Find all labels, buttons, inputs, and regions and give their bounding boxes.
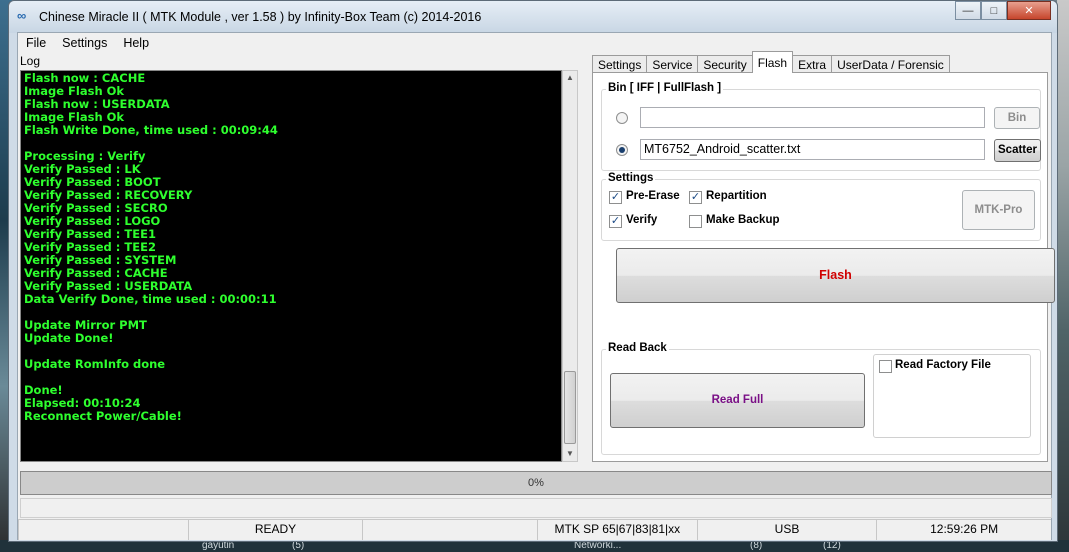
menu-settings[interactable]: Settings <box>54 33 115 53</box>
title-bar[interactable]: ∞ Chinese Miracle II ( MTK Module , ver … <box>9 1 1057 33</box>
log-line: Data Verify Done, time used : 00:00:11 <box>24 292 277 306</box>
bin-group: Bin [ IFF | FullFlash ] Bin MT6752_Andro… <box>601 82 1041 171</box>
tab-security[interactable]: Security <box>697 55 753 73</box>
status-panel-empty-2 <box>362 519 537 540</box>
log-label: Log <box>20 54 41 68</box>
log-line: Update RomInfo done <box>24 357 166 371</box>
make-backup-label: Make Backup <box>706 214 780 226</box>
progress-text: 0% <box>528 477 544 489</box>
tab-service[interactable]: Service <box>646 55 699 73</box>
close-button[interactable]: ✕ <box>1007 1 1051 20</box>
scroll-thumb[interactable] <box>564 371 576 444</box>
read-full-button[interactable]: Read Full <box>610 373 865 428</box>
repartition-checkbox[interactable]: ✓ <box>689 191 702 204</box>
minimize-button[interactable]: — <box>955 1 981 20</box>
make-backup-checkbox[interactable] <box>689 215 702 228</box>
log-output[interactable]: Flash now : CACHE Image Flash Ok Flash now… <box>20 70 562 462</box>
scatter-path-field[interactable]: MT6752_Android_scatter.txt <box>640 139 985 160</box>
read-factory-box: Read Factory File <box>873 354 1031 438</box>
progress-bar: 0% <box>20 471 1052 495</box>
bin-button[interactable]: Bin <box>994 107 1040 129</box>
tab-userdata-forensic[interactable]: UserData / Forensic <box>831 55 950 73</box>
scatter-button[interactable]: Scatter <box>994 139 1041 162</box>
bin-group-title: Bin [ IFF | FullFlash ] <box>606 82 724 94</box>
tab-extra[interactable]: Extra <box>792 55 833 73</box>
log-line: Flash Write Done, time used : 00:09:44 <box>24 123 278 137</box>
bin-path-field[interactable] <box>640 107 985 128</box>
mtk-pro-button[interactable]: MTK-Pro <box>962 190 1035 230</box>
scatter-radio[interactable] <box>616 144 628 156</box>
menu-help[interactable]: Help <box>115 33 157 53</box>
flash-button[interactable]: Flash <box>616 248 1055 303</box>
read-factory-file-checkbox[interactable] <box>879 360 892 373</box>
tab-settings[interactable]: Settings <box>592 55 648 73</box>
bin-radio[interactable] <box>616 112 628 124</box>
settings-group-title: Settings <box>606 172 656 184</box>
menu-bar: File Settings Help <box>18 33 1051 53</box>
status-bar: READY MTK SP 65|67|83|81|xx USB 12:59:26… <box>18 519 1051 540</box>
settings-group: Settings ✓ Pre-Erase ✓ Repartition ✓ Ver… <box>601 172 1041 241</box>
tab-flash[interactable]: Flash <box>751 51 794 73</box>
info-bar <box>20 498 1052 518</box>
infinity-logo-icon: ∞ <box>17 8 27 23</box>
verify-label: Verify <box>626 214 658 226</box>
client-area: File Settings Help Log Flash now : CACHE… <box>17 32 1055 540</box>
status-panel-empty <box>18 519 188 540</box>
status-connection: USB <box>696 519 877 540</box>
read-back-group: Read Back Read Full Read Factory File <box>601 342 1041 455</box>
log-scrollbar[interactable]: ▲ ▼ <box>562 70 578 462</box>
status-state: READY <box>187 519 363 540</box>
pre-erase-label: Pre-Erase <box>626 190 680 202</box>
window-controls: — □ ✕ <box>955 1 1051 20</box>
maximize-button[interactable]: □ <box>981 1 1007 20</box>
read-back-group-title: Read Back <box>606 342 669 354</box>
status-protocol: MTK SP 65|67|83|81|xx <box>536 519 697 540</box>
scroll-down-arrow-icon[interactable]: ▼ <box>563 447 577 461</box>
read-factory-file-label: Read Factory File <box>895 359 991 371</box>
verify-checkbox[interactable]: ✓ <box>609 215 622 228</box>
log-line: Reconnect Power/Cable! <box>24 409 182 423</box>
flash-panel: Bin [ IFF | FullFlash ] Bin MT6752_Andro… <box>592 72 1055 462</box>
pre-erase-checkbox[interactable]: ✓ <box>609 191 622 204</box>
desktop-background-right <box>1057 0 1069 552</box>
menu-file[interactable]: File <box>18 33 54 53</box>
window-title: Chinese Miracle II ( MTK Module , ver 1.… <box>39 10 482 24</box>
log-line: Update Done! <box>24 331 114 345</box>
repartition-label: Repartition <box>706 190 767 202</box>
tab-strip: Settings Service Security Flash Extra Us… <box>592 51 950 73</box>
status-time: 12:59:26 PM <box>876 519 1051 540</box>
app-window: ∞ Chinese Miracle II ( MTK Module , ver … <box>8 0 1058 542</box>
scroll-up-arrow-icon[interactable]: ▲ <box>563 71 577 85</box>
